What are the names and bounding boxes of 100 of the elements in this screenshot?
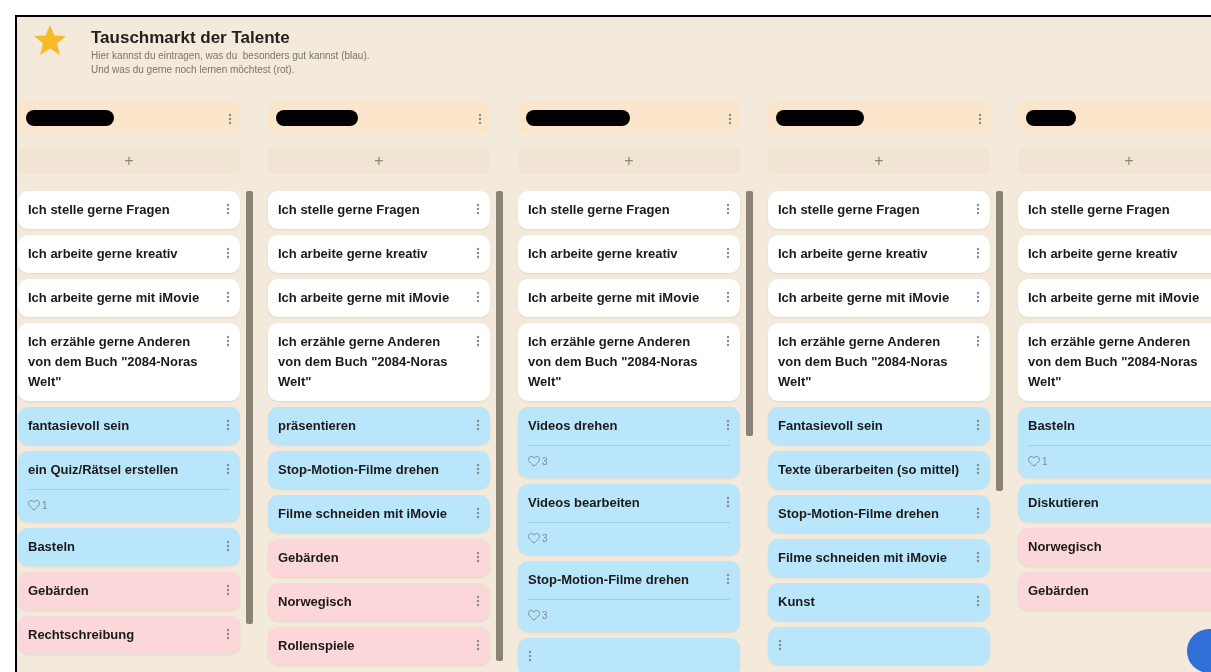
more-icon[interactable] <box>726 203 730 215</box>
more-icon[interactable] <box>976 291 980 303</box>
post-card[interactable]: Norwegisch <box>1018 528 1211 566</box>
more-icon[interactable] <box>226 291 230 303</box>
post-card[interactable]: Ich erzähle gerne Anderen von dem Buch "2084-Noras Welt" <box>1018 323 1211 401</box>
more-icon[interactable] <box>226 584 230 596</box>
more-icon[interactable] <box>226 419 230 431</box>
more-icon[interactable] <box>476 203 480 215</box>
more-icon[interactable] <box>476 335 480 347</box>
post-card[interactable]: Basteln 1 <box>1018 407 1211 478</box>
post-text: Ich stelle gerne Fragen <box>28 201 171 219</box>
column-header[interactable] <box>268 101 490 134</box>
more-icon[interactable] <box>976 551 980 563</box>
post-card[interactable]: Ich arbeite gerne kreativ <box>518 235 740 273</box>
more-icon[interactable] <box>726 335 730 347</box>
post-card[interactable]: Ich arbeite gerne mit iMovie <box>768 279 990 317</box>
more-icon[interactable] <box>726 419 730 431</box>
post-card[interactable]: Ich arbeite gerne mit iMovie <box>18 279 240 317</box>
post-card[interactable]: Stop-Motion-Filme drehen 3 <box>518 561 740 632</box>
post-card[interactable]: Gebärden <box>18 572 240 610</box>
more-icon[interactable] <box>976 419 980 431</box>
post-card[interactable]: Ich arbeite gerne kreativ <box>768 235 990 273</box>
post-card[interactable]: Rechtschreibung <box>18 616 240 654</box>
post-card[interactable]: Stop-Motion-Filme drehen <box>768 495 990 533</box>
heart-icon[interactable] <box>528 610 540 621</box>
more-icon[interactable] <box>228 113 232 125</box>
more-icon[interactable] <box>726 291 730 303</box>
post-card[interactable]: Ich erzähle gerne Anderen von dem Buch "2084-Noras Welt" <box>518 323 740 401</box>
more-icon[interactable] <box>976 247 980 259</box>
post-card[interactable]: Diskutieren <box>1018 484 1211 522</box>
more-icon[interactable] <box>978 113 982 125</box>
scrollbar[interactable] <box>246 191 253 624</box>
column-header[interactable] <box>518 101 740 134</box>
post-card[interactable]: Ich erzähle gerne Anderen von dem Buch "2084-Noras Welt" <box>268 323 490 401</box>
post-card[interactable]: Ich arbeite gerne mit iMovie <box>268 279 490 317</box>
post-card[interactable]: Ich erzähle gerne Anderen von dem Buch "2084-Noras Welt" <box>768 323 990 401</box>
more-icon[interactable] <box>726 573 730 585</box>
post-card[interactable]: Videos bearbeiten 3 <box>518 484 740 555</box>
more-icon[interactable] <box>778 639 782 651</box>
more-icon[interactable] <box>478 113 482 125</box>
post-card[interactable]: Videos drehen 3 <box>518 407 740 478</box>
more-icon[interactable] <box>728 113 732 125</box>
post-card[interactable]: Ich stelle gerne Fragen <box>268 191 490 229</box>
column-header[interactable] <box>1018 101 1211 134</box>
post-card[interactable]: Ich arbeite gerne kreativ <box>1018 235 1211 273</box>
post-card[interactable]: Gebärden <box>1018 572 1211 610</box>
more-icon[interactable] <box>226 540 230 552</box>
post-card[interactable]: Texte überarbeiten (so mittel) <box>768 451 990 489</box>
post-card[interactable]: Basteln <box>18 528 240 566</box>
more-icon[interactable] <box>476 247 480 259</box>
more-icon[interactable] <box>528 650 532 662</box>
more-icon[interactable] <box>976 595 980 607</box>
more-icon[interactable] <box>476 595 480 607</box>
more-icon[interactable] <box>476 419 480 431</box>
post-card[interactable]: Fantasievoll sein <box>768 407 990 445</box>
post-card[interactable]: fantasievoll sein <box>18 407 240 445</box>
more-icon[interactable] <box>226 203 230 215</box>
more-icon[interactable] <box>476 507 480 519</box>
post-card[interactable]: Ich stelle gerne Fragen <box>1018 191 1211 229</box>
post-card[interactable]: Filme schneiden mit iMovie <box>268 495 490 533</box>
heart-icon[interactable] <box>528 456 540 467</box>
column-header[interactable] <box>768 101 990 134</box>
post-card[interactable]: Ich stelle gerne Fragen <box>768 191 990 229</box>
post-card[interactable]: Ich arbeite gerne kreativ <box>18 235 240 273</box>
heart-icon[interactable] <box>28 500 40 511</box>
more-icon[interactable] <box>226 628 230 640</box>
scrollbar[interactable] <box>496 191 503 661</box>
more-icon[interactable] <box>726 247 730 259</box>
more-icon[interactable] <box>976 463 980 475</box>
more-icon[interactable] <box>726 496 730 508</box>
post-card[interactable]: Ich arbeite gerne mit iMovie <box>1018 279 1211 317</box>
more-icon[interactable] <box>476 639 480 651</box>
heart-icon[interactable] <box>528 533 540 544</box>
more-icon[interactable] <box>976 203 980 215</box>
scrollbar[interactable] <box>996 191 1003 491</box>
post-text: Ich arbeite gerne kreativ <box>28 245 179 263</box>
heart-icon[interactable] <box>1028 456 1040 467</box>
post-card[interactable]: Norwegisch <box>268 583 490 621</box>
post-card[interactable]: Kunst <box>768 583 990 621</box>
column-header[interactable] <box>18 101 240 134</box>
post-card[interactable]: Gebärden <box>268 539 490 577</box>
post-card[interactable]: Filme schneiden mit iMovie <box>768 539 990 577</box>
post-card[interactable]: Rollenspiele <box>268 627 490 665</box>
post-card[interactable]: Ich stelle gerne Fragen <box>518 191 740 229</box>
more-icon[interactable] <box>226 335 230 347</box>
more-icon[interactable] <box>226 463 230 475</box>
more-icon[interactable] <box>476 291 480 303</box>
post-card[interactable]: Ich arbeite gerne kreativ <box>268 235 490 273</box>
post-card[interactable]: präsentieren <box>268 407 490 445</box>
post-card[interactable]: Stop-Motion-Filme drehen <box>268 451 490 489</box>
post-card[interactable]: Ich erzähle gerne Anderen von dem Buch "2084-Noras Welt" <box>18 323 240 401</box>
post-card[interactable]: Ich arbeite gerne mit iMovie <box>518 279 740 317</box>
more-icon[interactable] <box>226 247 230 259</box>
more-icon[interactable] <box>476 463 480 475</box>
more-icon[interactable] <box>976 335 980 347</box>
post-card[interactable]: Ich stelle gerne Fragen <box>18 191 240 229</box>
more-icon[interactable] <box>476 551 480 563</box>
scrollbar[interactable] <box>746 191 753 436</box>
post-card[interactable]: ein Quiz/Rätsel erstellen 1 <box>18 451 240 522</box>
more-icon[interactable] <box>976 507 980 519</box>
